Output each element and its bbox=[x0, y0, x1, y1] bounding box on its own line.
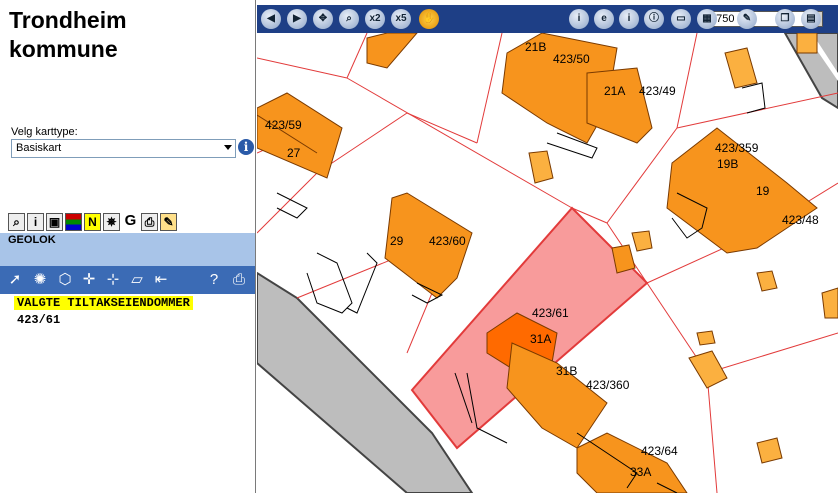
window-icon[interactable]: ▤ bbox=[801, 9, 821, 29]
info-tab-icon[interactable]: i bbox=[27, 213, 44, 231]
label-21b: 21B bbox=[525, 40, 546, 54]
zoom-x5-icon[interactable]: x5 bbox=[391, 9, 411, 29]
label-21a: 21A bbox=[604, 84, 625, 98]
label-19b: 19B bbox=[717, 157, 738, 171]
label-423-59: 423/59 bbox=[265, 118, 302, 132]
geolok-tab-icon[interactable]: G bbox=[122, 213, 139, 231]
municipality-title: Trondheim kommune bbox=[9, 6, 127, 64]
zoom-icon[interactable]: ⌕ bbox=[339, 9, 359, 29]
measure-icon[interactable]: ▭ bbox=[671, 9, 691, 29]
print-tab-icon[interactable]: ⎙ bbox=[141, 213, 158, 231]
karttype-selected-value: Basiskart bbox=[16, 142, 62, 154]
label-423-360: 423/360 bbox=[586, 378, 630, 392]
pan-icon[interactable]: ✥ bbox=[313, 9, 333, 29]
geolok-header: GEOLOK bbox=[0, 233, 255, 266]
add-select-icon[interactable]: ✛ bbox=[80, 271, 98, 289]
label-423-48: 423/48 bbox=[782, 213, 819, 227]
title-line-1: Trondheim bbox=[9, 7, 127, 33]
layers-tab-icon[interactable]: ▣ bbox=[46, 213, 63, 231]
zoom-x2-icon[interactable]: x2 bbox=[365, 9, 385, 29]
edit-tab-icon[interactable]: ✎ bbox=[160, 213, 177, 231]
print-icon[interactable]: ⎙ bbox=[230, 271, 248, 289]
details-icon[interactable]: ⓘ bbox=[644, 9, 664, 29]
back-icon[interactable]: ◀ bbox=[261, 9, 281, 29]
legend-tab-icon[interactable] bbox=[65, 213, 82, 231]
area-icon[interactable]: ▦ bbox=[697, 9, 717, 29]
title-line-2: kommune bbox=[9, 36, 118, 62]
label-33a: 33A bbox=[630, 465, 651, 479]
copy-icon[interactable]: ❐ bbox=[775, 9, 795, 29]
label-423-359: 423/359 bbox=[715, 141, 759, 155]
karttype-label: Velg karttype: bbox=[11, 126, 78, 138]
search-tab-icon[interactable]: ⌕ bbox=[8, 213, 25, 231]
label-19: 19 bbox=[756, 184, 770, 198]
label-31b: 31B bbox=[556, 364, 577, 378]
map-toolbar: ◀ ▶ ✥ ⌕ x2 x5 ✋ 1:750 i e i ⓘ ▭ ▦ ✎ ❐ ▤ bbox=[257, 5, 838, 33]
left-panel: Trondheim kommune Velg karttype: Basiska… bbox=[0, 0, 256, 493]
label-423-61: 423/61 bbox=[532, 306, 569, 320]
eraser-icon[interactable]: ▱ bbox=[128, 271, 146, 289]
map-view[interactable]: 423/59 27 29 423/60 21B 423/50 21A 423/4… bbox=[257, 33, 838, 493]
karttype-dropdown[interactable]: Basiskart bbox=[11, 139, 236, 158]
label-423-60: 423/60 bbox=[429, 234, 466, 248]
label-29: 29 bbox=[390, 234, 404, 248]
forward-icon[interactable]: ▶ bbox=[287, 9, 307, 29]
gear-select-icon[interactable]: ✺ bbox=[31, 271, 49, 289]
chevron-down-icon bbox=[224, 145, 232, 150]
edit-icon[interactable]: ✎ bbox=[737, 9, 757, 29]
compass-tab-icon[interactable]: ✵ bbox=[103, 213, 120, 231]
selected-properties-heading: VALGTE TILTAKSEIENDOMMER bbox=[14, 296, 193, 310]
help-icon[interactable]: ? bbox=[205, 271, 223, 289]
person-info-icon[interactable]: i bbox=[619, 9, 639, 29]
label-423-50: 423/50 bbox=[553, 52, 590, 66]
info-icon[interactable]: i bbox=[238, 139, 254, 155]
e-icon[interactable]: e bbox=[594, 9, 614, 29]
label-423-49: 423/49 bbox=[639, 84, 676, 98]
polygon-select-icon[interactable]: ⬡ bbox=[56, 271, 74, 289]
selected-property-value[interactable]: 423/61 bbox=[17, 313, 60, 327]
hand-icon[interactable]: ✋ bbox=[419, 9, 439, 29]
geolok-title: GEOLOK bbox=[8, 234, 56, 246]
north-tab-icon[interactable]: N bbox=[84, 213, 101, 231]
label-27: 27 bbox=[287, 146, 301, 160]
selection-toolbar: ➚ ✺ ⬡ ✛ ⊹ ▱ ⇤ ? ⎙ bbox=[0, 266, 255, 294]
label-31a: 31A bbox=[530, 332, 551, 346]
info-icon[interactable]: i bbox=[569, 9, 589, 29]
pointer-icon[interactable]: ➚ bbox=[6, 271, 24, 289]
label-423-64: 423/64 bbox=[641, 444, 678, 458]
export-icon[interactable]: ⇤ bbox=[152, 271, 170, 289]
remove-select-icon[interactable]: ⊹ bbox=[104, 271, 122, 289]
